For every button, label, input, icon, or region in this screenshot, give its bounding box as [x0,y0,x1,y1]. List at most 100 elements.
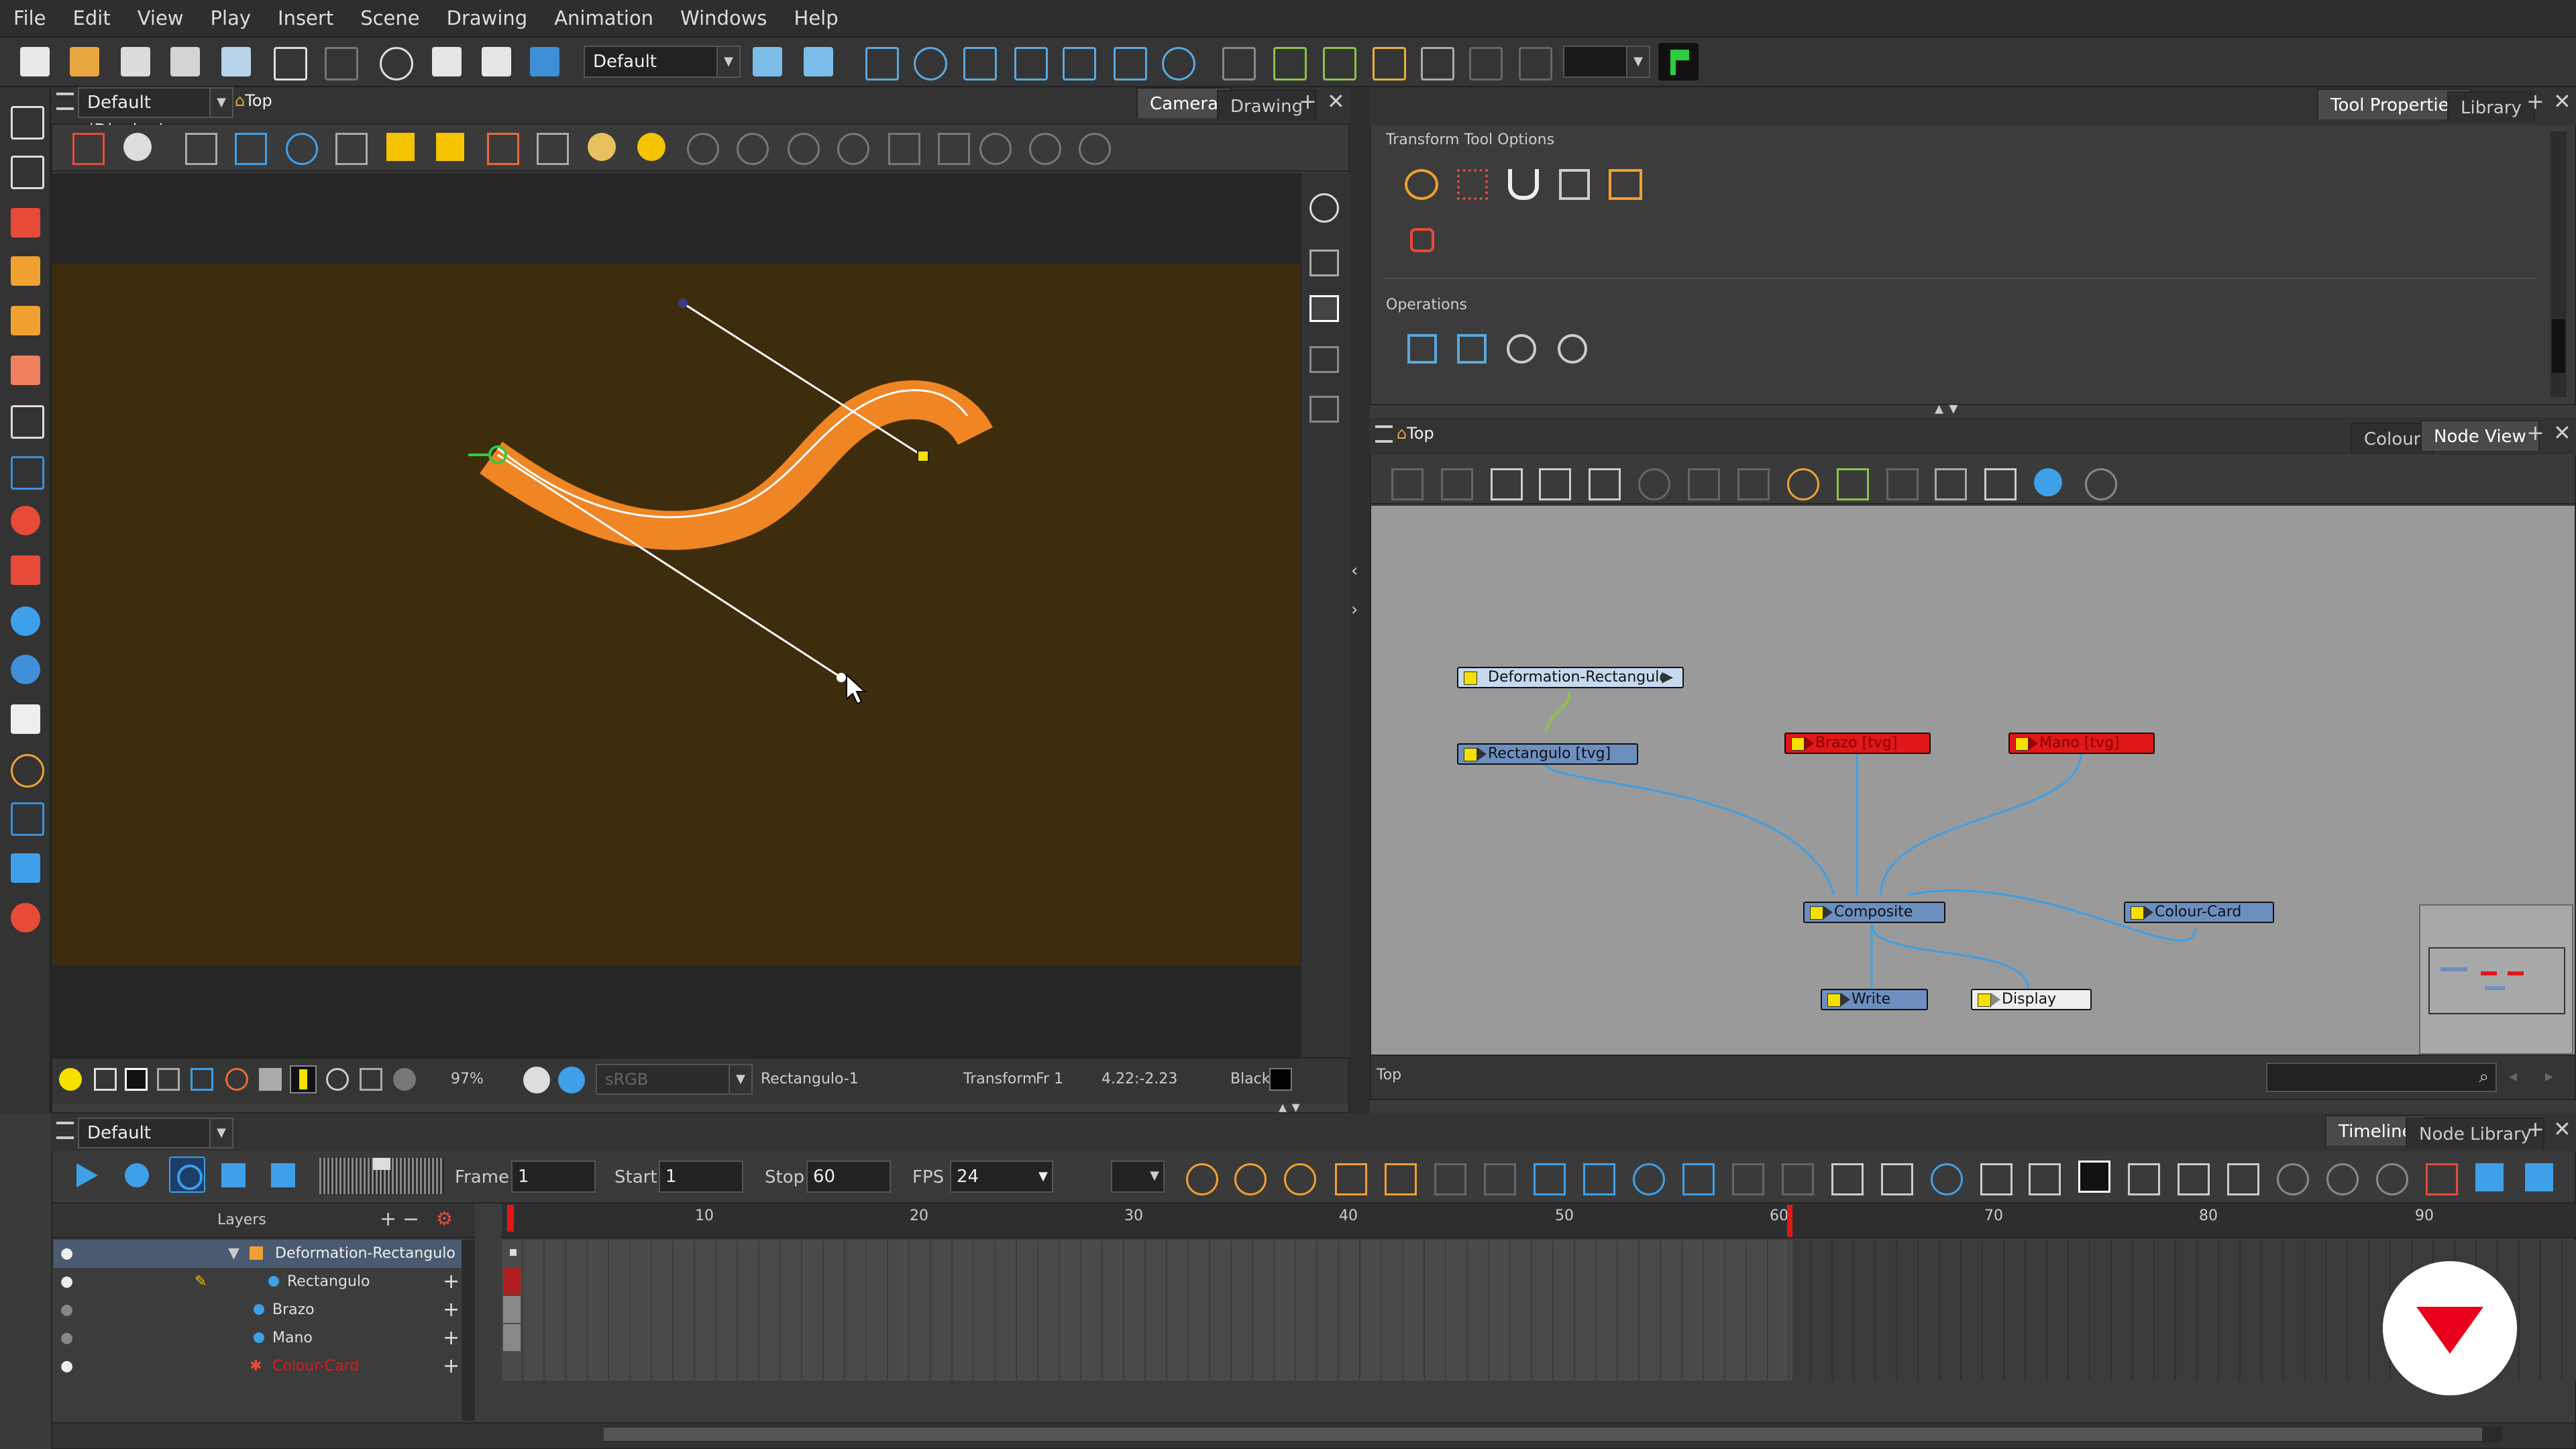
node-tool-icon-11[interactable] [1886,468,1919,500]
transform-move-icon[interactable] [865,47,899,80]
stop-frame-marker[interactable] [1787,1205,1792,1237]
node-tool-icon-7[interactable] [1688,468,1720,500]
layer-row-brazo[interactable]: ● Brazo + [54,1296,474,1324]
lock-icon[interactable] [259,1068,282,1091]
layers-under-icon[interactable] [1309,346,1339,373]
sound-scrub-icon[interactable] [271,1163,295,1187]
stop-input[interactable]: 60 [806,1161,891,1193]
text-abc-icon[interactable] [2227,1163,2259,1195]
open-folder-icon[interactable] [70,47,99,76]
add-icon[interactable]: + [443,1352,460,1381]
node-composite[interactable]: Composite [1803,902,1945,923]
node-tool-icon-1[interactable] [1391,468,1424,500]
menu-file[interactable]: File [0,7,60,30]
display-mode-icon-3[interactable] [2178,1163,2210,1195]
exposure-cell-mano[interactable] [503,1324,521,1351]
handle-point-top[interactable] [678,299,688,308]
tool-properties-scrollbar[interactable] [2551,131,2567,397]
node-enable-toggle[interactable] [1464,748,1477,761]
node-enable-toggle[interactable] [1810,906,1823,920]
play-selection-icon[interactable] [125,1163,149,1187]
field-chart-icon[interactable] [286,133,318,165]
layer-eye-icon[interactable]: ● [60,1268,73,1296]
panel-menu-icon[interactable] [56,1122,74,1139]
workspace-select[interactable]: Default ▼ [584,46,741,78]
menu-drawing[interactable]: Drawing [433,7,541,30]
select-tool-icon[interactable] [11,106,44,140]
frame-display-icon[interactable] [125,1068,148,1091]
add-view-icon[interactable]: + [2526,89,2544,114]
layers-active-icon[interactable] [1309,295,1339,322]
node-display[interactable]: Display [1971,989,2092,1010]
settings-gear-icon[interactable] [2277,1163,2309,1195]
node-settings-gear-icon[interactable] [2085,468,2117,500]
display-mode-icon-2[interactable] [2128,1163,2160,1195]
redo-icon[interactable] [325,47,358,80]
node-tool-icon-2[interactable] [1441,468,1473,500]
extend-exposure-icon[interactable] [1980,1163,2012,1195]
disabled-tool-icon[interactable] [1434,1163,1466,1195]
hand-tool-icon[interactable] [11,704,40,734]
onion-skin-icon[interactable] [72,133,105,165]
navigate-node-icon[interactable] [2034,468,2062,496]
node-mano[interactable]: Mano [tvg] [2008,733,2155,754]
onion-icon[interactable] [225,1068,248,1091]
exposure-cell-brazo[interactable] [503,1296,521,1323]
layer-disk-icon-3[interactable] [788,133,820,165]
grid-snap-icon[interactable] [1519,47,1552,80]
node-navigator-minimap[interactable] [2419,904,2573,1055]
node-enable-toggle[interactable] [1791,737,1805,751]
animate-icon[interactable] [1222,47,1256,80]
add-view-icon[interactable]: + [2526,1116,2544,1142]
flag-icon[interactable] [1658,43,1699,80]
node-tool-icon-8[interactable] [1737,468,1770,500]
align-icon[interactable] [335,133,368,165]
flip-horizontal-icon[interactable] [1407,334,1437,364]
chevron-right-icon[interactable]: ▸ [2545,1067,2553,1085]
sound-icon[interactable] [221,1163,246,1187]
tab-library[interactable]: Library [2447,91,2535,122]
snap-magnet-icon[interactable] [1508,169,1539,200]
layer-disk-icon-4[interactable] [837,133,869,165]
brush-tool-icon[interactable] [11,208,40,237]
insert-key-icon[interactable] [1831,1163,1864,1195]
layer-eye-icon[interactable]: ● [60,1296,73,1324]
eraser-tool-icon[interactable] [11,356,40,385]
stop-motion-keyframe-icon[interactable] [1385,1163,1417,1195]
panel-menu-icon[interactable] [1375,425,1393,443]
rotate-cw-90-icon[interactable] [1558,334,1587,364]
menu-windows[interactable]: Windows [667,7,780,30]
colorspace-select[interactable]: sRGB ▼ [596,1064,753,1095]
safe-frame-icon[interactable] [157,1068,180,1091]
layers-vertical-scrollbar[interactable] [462,1240,475,1421]
frame-input[interactable]: 1 [511,1161,596,1193]
end-point-handle[interactable] [917,450,929,462]
text-node-icon[interactable] [1935,468,1967,500]
add-peg-icon[interactable] [1323,47,1356,80]
ease-both-icon[interactable] [1284,1163,1316,1195]
node-brazo[interactable]: Brazo [tvg] [1784,733,1931,754]
peg-node-icon[interactable] [1787,468,1819,500]
camera-stage[interactable] [52,173,1300,1057]
panel-menu-icon[interactable] [56,93,74,110]
contour-editor-icon[interactable] [11,156,44,189]
hide-manipulator-icon[interactable] [1410,228,1434,252]
lasso-select-icon[interactable] [1405,169,1438,200]
playback-speed-slider[interactable] [319,1158,444,1194]
menu-edit[interactable]: Edit [60,7,124,30]
gear-icon[interactable] [979,133,1012,165]
gear-icon-3[interactable] [1079,133,1111,165]
rectangle-tool-icon[interactable] [11,456,44,490]
disabled-key-icon-2[interactable] [1782,1163,1814,1195]
list-icon-2[interactable] [2525,1163,2553,1191]
layer-order-icon[interactable] [94,1068,117,1091]
group-icon[interactable] [1589,468,1621,500]
node-rectangulo[interactable]: Rectangulo [tvg] [1457,743,1638,765]
fps-select[interactable]: 24 ▼ [950,1161,1053,1193]
start-input[interactable]: 1 [659,1161,743,1193]
layer-row-colour-card[interactable]: ● ✱ Colour-Card + [54,1352,474,1381]
play-icon[interactable] [76,1163,98,1187]
save-icon[interactable] [121,47,150,76]
zoom-level[interactable]: 97% [451,1071,484,1087]
timeline-horizontal-scrollbar[interactable] [604,1426,2502,1442]
